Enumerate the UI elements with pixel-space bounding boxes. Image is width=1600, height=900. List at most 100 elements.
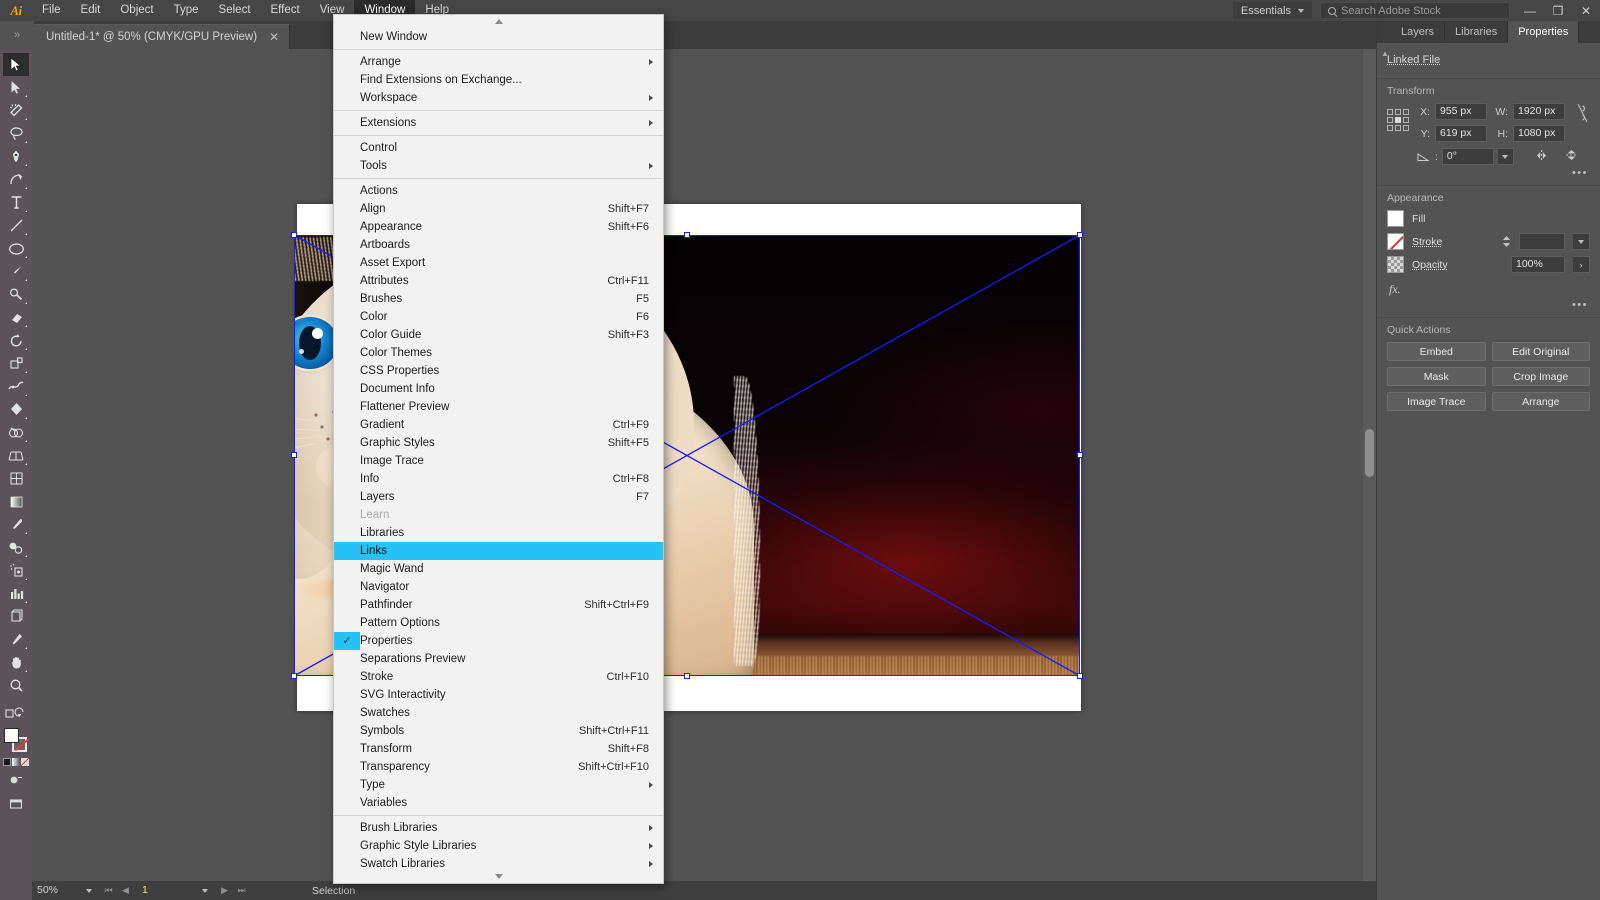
menu-item-layers[interactable]: Layers F7 xyxy=(334,488,663,506)
quick-action-arrange[interactable]: Arrange xyxy=(1491,392,1590,411)
menu-item-actions[interactable]: Actions xyxy=(334,182,663,200)
menu-item-color-guide[interactable]: Color Guide Shift+F3 xyxy=(334,326,663,344)
curvature-tool[interactable] xyxy=(3,168,29,191)
canvas-vertical-scrollbar[interactable] xyxy=(1363,49,1376,883)
menu-item-css-properties[interactable]: CSS Properties xyxy=(334,362,663,380)
menu-item-workspace[interactable]: Workspace xyxy=(334,89,663,107)
menu-item-appearance[interactable]: Appearance Shift+F6 xyxy=(334,218,663,236)
symbol-sprayer-tool[interactable] xyxy=(3,559,29,582)
y-input[interactable]: 619 px xyxy=(1435,125,1487,142)
menu-item-links[interactable]: Links xyxy=(334,542,663,560)
menu-item-new-window[interactable]: New Window xyxy=(334,28,663,46)
menu-item-attributes[interactable]: Attributes Ctrl+F11 xyxy=(334,272,663,290)
direct-selection-tool[interactable] xyxy=(3,76,29,99)
first-artboard-button[interactable]: ⏮ xyxy=(100,881,117,900)
column-graph-tool[interactable] xyxy=(3,582,29,605)
opacity-swatch-icon[interactable] xyxy=(1387,256,1404,273)
menu-item-swatches[interactable]: Swatches xyxy=(334,704,663,722)
menu-item-type[interactable]: Type xyxy=(334,776,663,794)
gradient-swatch-icon[interactable] xyxy=(12,758,20,766)
menu-item-transparency[interactable]: Transparency Shift+Ctrl+F10 xyxy=(334,758,663,776)
menu-item-extensions[interactable]: Extensions xyxy=(334,114,663,132)
next-artboard-button[interactable]: ▶ xyxy=(216,881,233,900)
selection-handle-bottom-center[interactable] xyxy=(684,673,690,679)
panel-collapse-icon[interactable]: » xyxy=(0,21,34,49)
selection-handle-top-left[interactable] xyxy=(291,232,297,238)
flip-horizontal-button[interactable] xyxy=(1534,149,1549,165)
menu-item-info[interactable]: Info Ctrl+F8 xyxy=(334,470,663,488)
none-swatch-icon[interactable] xyxy=(21,758,29,766)
menu-item-pattern-options[interactable]: Pattern Options xyxy=(334,614,663,632)
menu-item-libraries[interactable]: Libraries xyxy=(334,524,663,542)
selection-handle-bottom-right[interactable] xyxy=(1077,673,1083,679)
gradient-tool[interactable] xyxy=(3,490,29,513)
edit-toolbar-button[interactable] xyxy=(3,702,29,725)
opacity-input[interactable]: 100% xyxy=(1511,256,1565,273)
paintbrush-tool[interactable] xyxy=(3,260,29,283)
width-input[interactable]: 1920 px xyxy=(1513,103,1565,120)
opacity-options-button[interactable]: › xyxy=(1573,256,1590,273)
change-screen-mode-button[interactable] xyxy=(3,792,29,815)
menu-item-asset-export[interactable]: Asset Export xyxy=(334,254,663,272)
shape-builder-tool[interactable] xyxy=(3,421,29,444)
mesh-tool[interactable] xyxy=(3,467,29,490)
menu-item-color-themes[interactable]: Color Themes xyxy=(334,344,663,362)
reference-point[interactable] xyxy=(1387,109,1393,115)
screen-mode-button[interactable] xyxy=(3,769,29,792)
quick-action-edit-original[interactable]: Edit Original xyxy=(1491,342,1590,361)
status-text[interactable]: Selection xyxy=(312,885,355,897)
constrain-proportions-icon[interactable] xyxy=(1574,103,1590,123)
opacity-label[interactable]: Opacity xyxy=(1412,259,1448,271)
width-tool[interactable] xyxy=(3,375,29,398)
panel-tab-layers[interactable]: Layers xyxy=(1391,21,1446,43)
magic-wand-tool[interactable] xyxy=(3,99,29,122)
menu-item-svg-interactivity[interactable]: SVG Interactivity xyxy=(334,686,663,704)
effects-button[interactable]: fx. xyxy=(1387,279,1590,297)
color-swatch-icon[interactable] xyxy=(3,758,11,766)
menu-item-document-info[interactable]: Document Info xyxy=(334,380,663,398)
panel-scroll-up-icon[interactable]: ▲ xyxy=(1379,47,1391,59)
hand-tool[interactable] xyxy=(3,651,29,674)
menu-object[interactable]: Object xyxy=(110,0,163,21)
perspective-grid-tool[interactable] xyxy=(3,444,29,467)
eraser-tool[interactable] xyxy=(3,306,29,329)
workspace-switcher[interactable]: Essentials xyxy=(1232,2,1312,19)
height-input[interactable]: 1080 px xyxy=(1513,125,1565,142)
canvas-area[interactable] xyxy=(32,49,1376,900)
flip-vertical-button[interactable] xyxy=(1565,148,1578,165)
artboard-dropdown-icon[interactable] xyxy=(194,881,216,900)
rotate-tool[interactable] xyxy=(3,329,29,352)
shaper-tool[interactable] xyxy=(3,283,29,306)
menu-item-tools[interactable]: Tools xyxy=(334,157,663,175)
blend-tool[interactable] xyxy=(3,536,29,559)
selection-handle-top-right[interactable] xyxy=(1077,232,1083,238)
menu-item-variables[interactable]: Variables xyxy=(334,794,663,812)
canvas-scroll-thumb[interactable] xyxy=(1365,429,1374,477)
menu-item-graphic-style-libraries[interactable]: Graphic Style Libraries xyxy=(334,837,663,855)
free-transform-tool[interactable] xyxy=(3,398,29,421)
slice-tool[interactable] xyxy=(3,628,29,651)
reference-point-active[interactable] xyxy=(1395,117,1401,123)
reference-point[interactable] xyxy=(1387,117,1393,123)
fill-color-swatch[interactable] xyxy=(1387,210,1404,227)
menu-file[interactable]: File xyxy=(32,0,71,21)
adobe-stock-search[interactable]: Search Adobe Stock xyxy=(1320,2,1510,19)
document-tab[interactable]: Untitled-1* @ 50% (CMYK/GPU Preview) ✕ xyxy=(34,24,291,49)
panel-tab-libraries[interactable]: Libraries xyxy=(1445,21,1509,43)
menu-type[interactable]: Type xyxy=(164,0,209,21)
pen-tool[interactable] xyxy=(3,145,29,168)
menu-scroll-up-button[interactable] xyxy=(334,15,663,28)
ellipse-tool[interactable] xyxy=(3,237,29,260)
menu-scroll-down-button[interactable] xyxy=(334,870,663,883)
reference-point[interactable] xyxy=(1387,125,1393,131)
menu-item-symbols[interactable]: Symbols Shift+Ctrl+F11 xyxy=(334,722,663,740)
menu-item-brushes[interactable]: Brushes F5 xyxy=(334,290,663,308)
selection-handle-middle-right[interactable] xyxy=(1077,452,1083,458)
type-tool[interactable] xyxy=(3,191,29,214)
menu-item-transform[interactable]: Transform Shift+F8 xyxy=(334,740,663,758)
menu-item-control[interactable]: Control xyxy=(334,139,663,157)
menu-item-navigator[interactable]: Navigator xyxy=(334,578,663,596)
transform-more-options[interactable]: ••• xyxy=(1387,165,1590,179)
menu-item-magic-wand[interactable]: Magic Wand xyxy=(334,560,663,578)
lasso-tool[interactable] xyxy=(3,122,29,145)
